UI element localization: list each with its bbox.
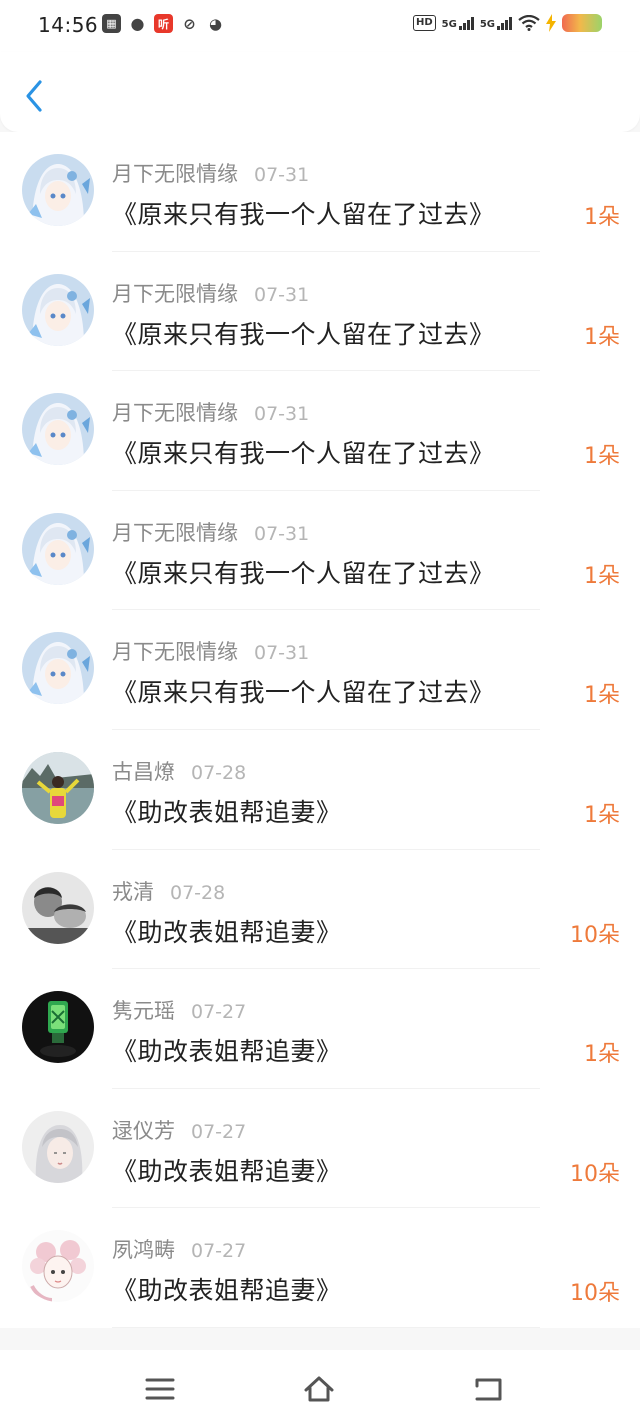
row-meta: 月下无限情缘 07-31 bbox=[112, 158, 309, 188]
gift-count: 10朵 bbox=[570, 1161, 620, 1187]
user-name[interactable]: 月下无限情缘 bbox=[112, 278, 238, 308]
gift-count: 10朵 bbox=[570, 1281, 620, 1307]
user-name[interactable]: 逯仪芳 bbox=[112, 1115, 175, 1145]
gift-count: 1朵 bbox=[584, 683, 620, 709]
gift-count: 1朵 bbox=[584, 444, 620, 470]
gift-count: 10朵 bbox=[570, 922, 620, 948]
link-app-icon: ⊘ bbox=[183, 14, 196, 33]
signal-icon bbox=[458, 16, 474, 30]
gift-count: 1朵 bbox=[584, 205, 620, 230]
gift-record-list: 月下无限情缘 07-31 《原来只有我一个人留在了过去》 1朵 月下无限情缘 07-31 《… bbox=[0, 132, 640, 1328]
avatar[interactable] bbox=[22, 871, 94, 944]
avatar[interactable] bbox=[22, 512, 94, 585]
book-title[interactable]: 《助改表姐帮追妻》 bbox=[112, 793, 342, 829]
book-title[interactable]: 《原来只有我一个人留在了过去》 bbox=[112, 554, 495, 590]
network-5g-1: 5G bbox=[442, 16, 474, 30]
wifi-icon bbox=[518, 15, 540, 31]
gift-count: 1朵 bbox=[584, 802, 620, 828]
date: 07-27 bbox=[191, 1240, 247, 1263]
cat-app-icon: ◕ bbox=[208, 14, 223, 33]
status-app-icons: ▦ ● 听 ⊘ ◕ bbox=[102, 14, 225, 33]
date: 07-28 bbox=[191, 761, 247, 784]
date: 07-31 bbox=[254, 164, 310, 186]
avatar[interactable] bbox=[22, 991, 94, 1064]
battery-icon bbox=[562, 14, 602, 32]
book-title[interactable]: 《原来只有我一个人留在了过去》 bbox=[112, 315, 495, 351]
user-name[interactable]: 戎清 bbox=[112, 876, 154, 906]
avatar[interactable] bbox=[22, 273, 94, 346]
list-item[interactable]: 逯仪芳 07-27 《助改表姐帮追妻》 10朵 bbox=[0, 1089, 640, 1209]
date: 07-31 bbox=[254, 403, 310, 426]
book-title[interactable]: 《助改表姐帮追妻》 bbox=[112, 913, 342, 949]
list-item[interactable]: 夙鸿畴 07-27 《助改表姐帮追妻》 10朵 bbox=[0, 1208, 640, 1328]
row-meta: 月下无限情缘 07-31 bbox=[112, 517, 309, 547]
row-meta: 古昌燎 07-28 bbox=[112, 756, 246, 786]
row-meta: 夙鸿畴 07-27 bbox=[112, 1234, 246, 1264]
back-icon[interactable] bbox=[472, 1374, 504, 1404]
date: 07-27 bbox=[191, 1001, 247, 1024]
book-title[interactable]: 《助改表姐帮追妻》 bbox=[112, 1152, 342, 1188]
user-name[interactable]: 月下无限情缘 bbox=[112, 158, 238, 188]
list-item[interactable]: 隽元瑶 07-27 《助改表姐帮追妻》 1朵 bbox=[0, 969, 640, 1089]
user-name[interactable]: 古昌燎 bbox=[112, 756, 175, 786]
row-meta: 戎清 07-28 bbox=[112, 876, 225, 906]
user-name[interactable]: 月下无限情缘 bbox=[112, 397, 238, 427]
avatar[interactable] bbox=[22, 751, 94, 824]
book-title[interactable]: 《助改表姐帮追妻》 bbox=[112, 1271, 342, 1307]
avatar[interactable] bbox=[22, 154, 94, 226]
system-navigation-bar bbox=[0, 1350, 640, 1427]
date: 07-27 bbox=[191, 1120, 247, 1143]
ting-icon: 听 bbox=[154, 14, 173, 33]
list-item[interactable]: 古昌燎 07-28 《助改表姐帮追妻》 1朵 bbox=[0, 730, 640, 850]
header bbox=[0, 52, 640, 132]
charging-icon bbox=[546, 14, 556, 32]
date: 07-31 bbox=[254, 522, 310, 545]
chevron-left-icon[interactable] bbox=[22, 79, 48, 113]
row-meta: 月下无限情缘 07-31 bbox=[112, 397, 309, 427]
date: 07-31 bbox=[254, 283, 310, 306]
user-name[interactable]: 隽元瑶 bbox=[112, 995, 175, 1025]
date: 07-28 bbox=[170, 881, 226, 904]
list-item[interactable]: 月下无限情缘 07-31 《原来只有我一个人留在了过去》 1朵 bbox=[0, 491, 640, 611]
list-item[interactable]: 月下无限情缘 07-31 《原来只有我一个人留在了过去》 1朵 bbox=[0, 610, 640, 730]
status-bar: 14:56 ▦ ● 听 ⊘ ◕ HD 5G 5G bbox=[0, 0, 640, 52]
gift-count: 1朵 bbox=[584, 1042, 620, 1068]
book-title[interactable]: 《原来只有我一个人留在了过去》 bbox=[112, 434, 495, 470]
book-title[interactable]: 《原来只有我一个人留在了过去》 bbox=[112, 673, 495, 709]
gift-count: 1朵 bbox=[584, 563, 620, 589]
menu-icon[interactable] bbox=[144, 1374, 176, 1404]
list-item[interactable]: 戎清 07-28 《助改表姐帮追妻》 10朵 bbox=[0, 850, 640, 970]
avatar[interactable] bbox=[22, 393, 94, 466]
date: 07-31 bbox=[254, 642, 310, 665]
list-item[interactable]: 月下无限情缘 07-31 《原来只有我一个人留在了过去》 1朵 bbox=[0, 252, 640, 372]
row-meta: 月下无限情缘 07-31 bbox=[112, 278, 309, 308]
list-item[interactable]: 月下无限情缘 07-31 《原来只有我一个人留在了过去》 1朵 bbox=[0, 371, 640, 491]
row-meta: 月下无限情缘 07-31 bbox=[112, 636, 309, 666]
row-meta: 隽元瑶 07-27 bbox=[112, 995, 246, 1025]
network-5g-2: 5G bbox=[480, 16, 512, 30]
status-time: 14:56 bbox=[38, 13, 99, 37]
avatar[interactable] bbox=[22, 632, 94, 705]
signal-icon bbox=[497, 16, 512, 30]
row-meta: 逯仪芳 07-27 bbox=[112, 1115, 246, 1145]
book-title[interactable]: 《原来只有我一个人留在了过去》 bbox=[112, 195, 495, 231]
book-title[interactable]: 《助改表姐帮追妻》 bbox=[112, 1032, 342, 1068]
status-system-icons: HD 5G 5G bbox=[412, 14, 602, 32]
gift-count: 1朵 bbox=[584, 324, 620, 350]
avatar[interactable] bbox=[22, 1230, 94, 1303]
user-name[interactable]: 月下无限情缘 bbox=[112, 517, 238, 547]
home-icon[interactable] bbox=[303, 1374, 335, 1404]
ting-label: 听 bbox=[158, 17, 169, 31]
app-grid-icon: ▦ bbox=[102, 14, 121, 33]
list-item[interactable]: 月下无限情缘 07-31 《原来只有我一个人留在了过去》 1朵 bbox=[0, 132, 640, 252]
wechat-icon: ● bbox=[130, 14, 145, 33]
hd-badge: HD bbox=[412, 15, 436, 31]
avatar[interactable] bbox=[22, 1110, 94, 1183]
user-name[interactable]: 月下无限情缘 bbox=[112, 636, 238, 666]
user-name[interactable]: 夙鸿畴 bbox=[112, 1234, 175, 1264]
